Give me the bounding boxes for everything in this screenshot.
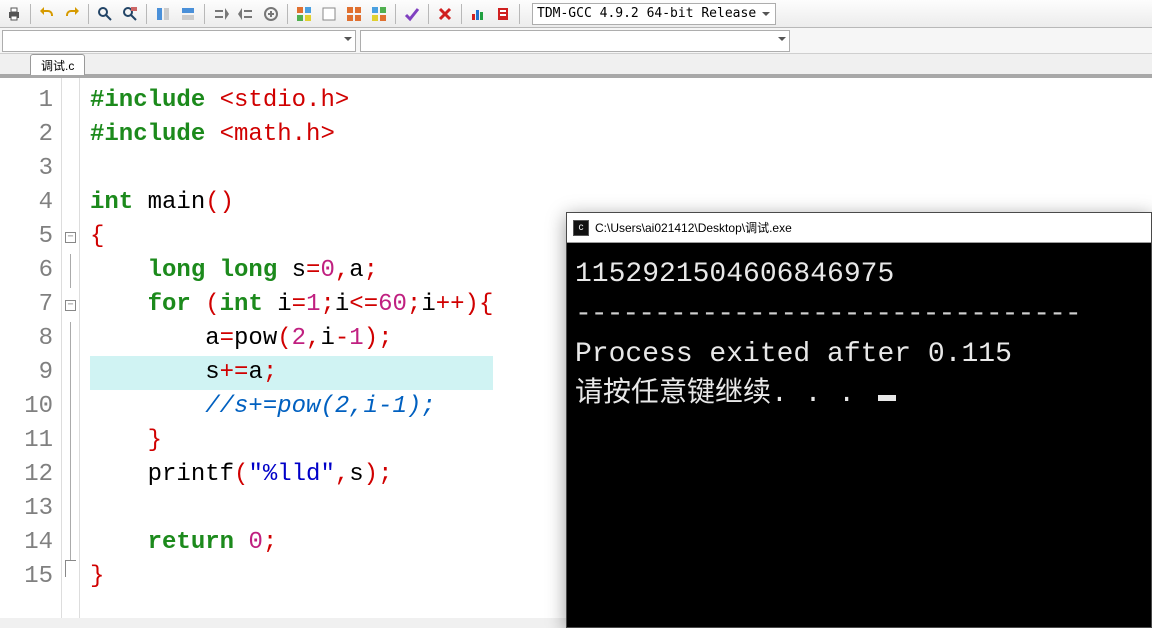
code-line[interactable]: printf("%lld",s); xyxy=(90,458,493,492)
code-line[interactable]: } xyxy=(90,560,493,594)
toggle-bookmark-icon[interactable] xyxy=(151,3,175,25)
code-line[interactable] xyxy=(90,152,493,186)
replace-icon[interactable] xyxy=(118,3,142,25)
redo-icon[interactable] xyxy=(60,3,84,25)
code-line[interactable]: //s+=pow(2,i-1); xyxy=(90,390,493,424)
code-line[interactable]: int main() xyxy=(90,186,493,220)
tab-file[interactable]: 调试.c xyxy=(30,54,85,75)
indent-icon[interactable] xyxy=(209,3,233,25)
code-line[interactable]: { xyxy=(90,220,493,254)
code-line[interactable] xyxy=(90,492,493,526)
compiler-select-wrap[interactable]: TDM-GCC 4.9.2 64-bit Release xyxy=(524,3,776,25)
cursor-icon xyxy=(878,395,896,401)
run-icon[interactable] xyxy=(317,3,341,25)
member-combo[interactable] xyxy=(360,30,790,52)
compile-icon[interactable] xyxy=(292,3,316,25)
rebuild-icon[interactable] xyxy=(367,3,391,25)
code-area[interactable]: #include <stdio.h>#include <math.h> int m… xyxy=(80,78,493,618)
console-window: c C:\Users\ai021412\Desktop\调试.exe 11529… xyxy=(566,212,1152,628)
find-icon[interactable] xyxy=(93,3,117,25)
stop-icon[interactable] xyxy=(433,3,457,25)
profile-icon[interactable] xyxy=(466,3,490,25)
goto-bookmark-icon[interactable] xyxy=(176,3,200,25)
code-line[interactable]: #include <math.h> xyxy=(90,118,493,152)
syntax-check-icon[interactable] xyxy=(400,3,424,25)
wrap-icon[interactable] xyxy=(259,3,283,25)
line-gutter: 123456789101112131415 xyxy=(0,78,62,618)
console-app-icon: c xyxy=(573,220,589,236)
console-output: 1152921504606846975 --------------------… xyxy=(567,243,1151,627)
code-line[interactable]: } xyxy=(90,424,493,458)
undo-icon[interactable] xyxy=(35,3,59,25)
debug-icon[interactable] xyxy=(491,3,515,25)
code-line[interactable]: #include <stdio.h> xyxy=(90,84,493,118)
compiler-select[interactable]: TDM-GCC 4.9.2 64-bit Release xyxy=(532,3,776,25)
console-title-text: C:\Users\ai021412\Desktop\调试.exe xyxy=(595,219,792,236)
code-line[interactable]: return 0; xyxy=(90,526,493,560)
compilerun-icon[interactable] xyxy=(342,3,366,25)
main-toolbar: TDM-GCC 4.9.2 64-bit Release xyxy=(0,0,1152,28)
print-icon[interactable] xyxy=(2,3,26,25)
fold-column: −− xyxy=(62,78,80,618)
outdent-icon[interactable] xyxy=(234,3,258,25)
code-line[interactable]: a=pow(2,i-1); xyxy=(90,322,493,356)
code-line[interactable]: s+=a; xyxy=(90,356,493,390)
code-line[interactable]: long long s=0,a; xyxy=(90,254,493,288)
scope-combo[interactable] xyxy=(2,30,356,52)
navigator-bar xyxy=(0,28,1152,54)
console-titlebar[interactable]: c C:\Users\ai021412\Desktop\调试.exe xyxy=(567,213,1151,243)
editor-tabbar: 调试.c xyxy=(0,54,1152,78)
code-line[interactable]: for (int i=1;i<=60;i++){ xyxy=(90,288,493,322)
